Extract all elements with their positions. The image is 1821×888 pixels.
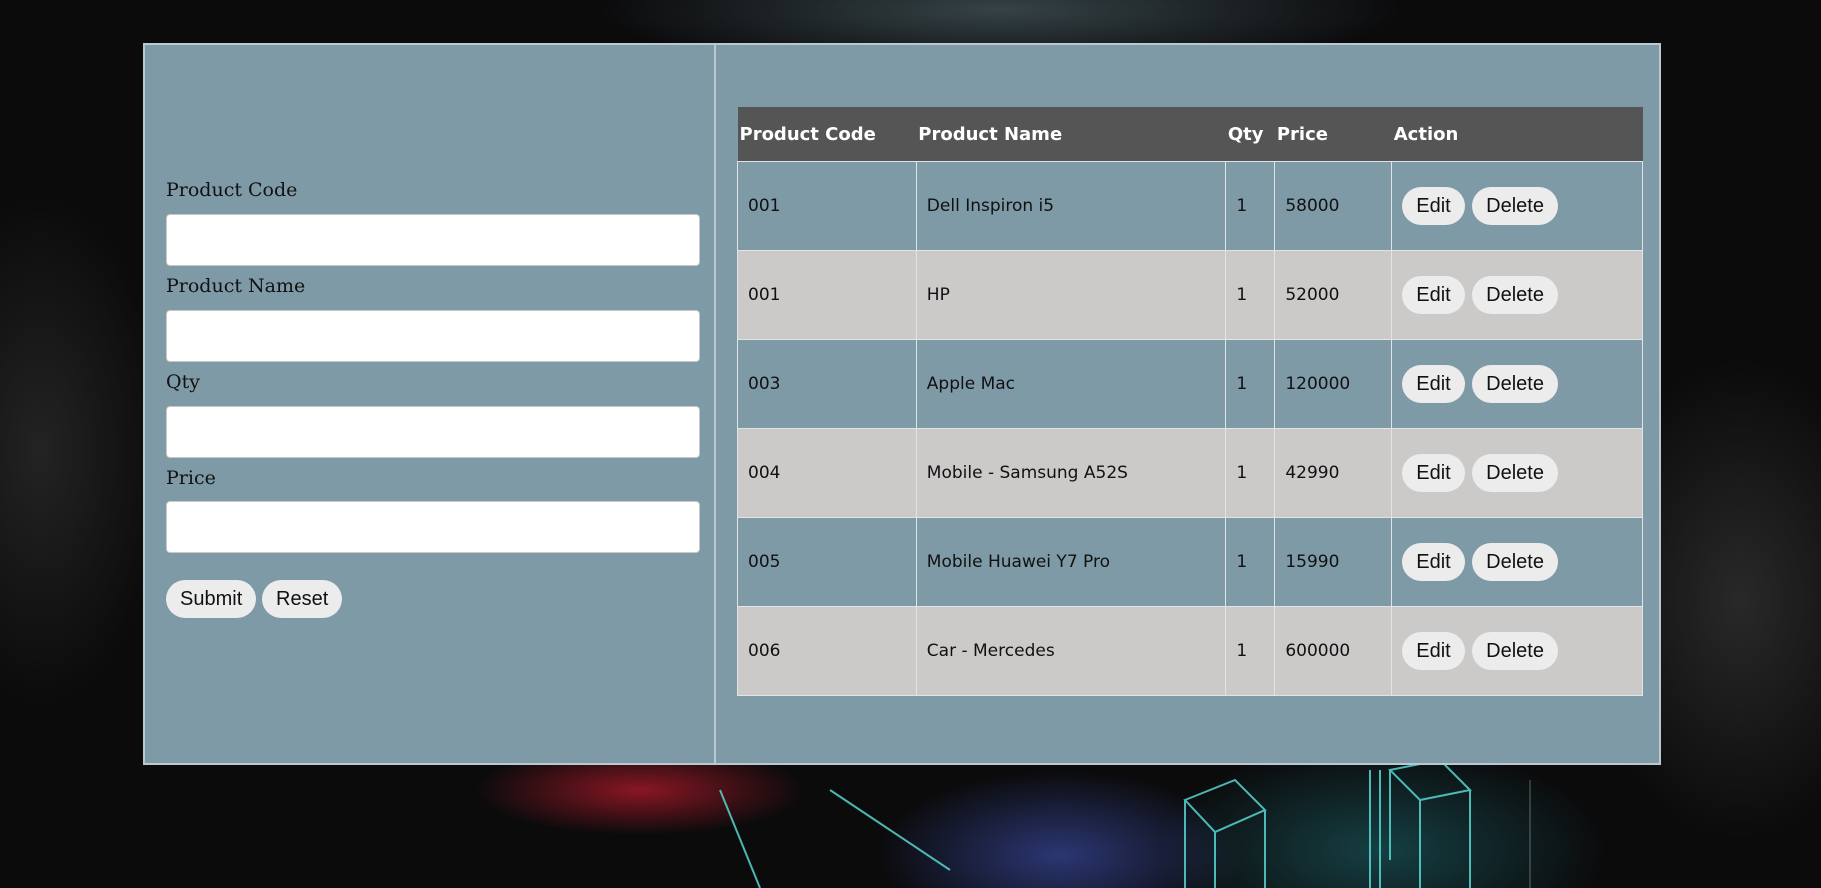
table-row: 004 Mobile - Samsung A52S 1 42990 Edit D… <box>737 428 1643 518</box>
cell-name: Mobile - Samsung A52S <box>915 428 1227 518</box>
product-table: Product Code Product Name Qty Price Acti… <box>737 107 1643 696</box>
cell-action: Edit Delete <box>1391 517 1643 607</box>
delete-button[interactable]: Delete <box>1472 543 1558 581</box>
cell-code: 001 <box>737 161 917 251</box>
cell-qty: 1 <box>1225 339 1276 429</box>
delete-button[interactable]: Delete <box>1472 365 1558 403</box>
product-table-panel: Product Code Product Name Qty Price Acti… <box>718 45 1659 763</box>
table-header-row: Product Code Product Name Qty Price Acti… <box>737 107 1643 162</box>
delete-button[interactable]: Delete <box>1472 276 1558 314</box>
cell-qty: 1 <box>1225 428 1276 518</box>
cell-action: Edit Delete <box>1391 161 1643 251</box>
cell-price: 42990 <box>1274 428 1393 518</box>
table-row: 001 Dell Inspiron i5 1 58000 Edit Delete <box>737 161 1643 251</box>
cell-name: Car - Mercedes <box>915 606 1227 696</box>
header-action: Action <box>1391 107 1643 162</box>
cell-code: 004 <box>737 428 917 518</box>
table-row: 006 Car - Mercedes 1 600000 Edit Delete <box>737 606 1643 696</box>
qty-input[interactable] <box>166 406 700 458</box>
header-product-name: Product Name <box>916 107 1226 162</box>
header-product-code: Product Code <box>737 107 917 162</box>
cell-action: Edit Delete <box>1391 250 1643 340</box>
main-container: Product Code Product Name Qty Price Subm… <box>143 43 1661 765</box>
cell-qty: 1 <box>1225 517 1276 607</box>
cell-name: Apple Mac <box>915 339 1227 429</box>
table-row: 003 Apple Mac 1 120000 Edit Delete <box>737 339 1643 429</box>
submit-button[interactable]: Submit <box>166 580 257 618</box>
edit-button[interactable]: Edit <box>1402 365 1465 403</box>
edit-button[interactable]: Edit <box>1402 543 1465 581</box>
cell-code: 001 <box>737 250 917 340</box>
cell-qty: 1 <box>1225 161 1276 251</box>
cell-code: 003 <box>737 339 917 429</box>
cell-action: Edit Delete <box>1391 339 1643 429</box>
table-row: 005 Mobile Huawei Y7 Pro 1 15990 Edit De… <box>737 517 1643 607</box>
delete-button[interactable]: Delete <box>1472 632 1558 670</box>
cell-name: Dell Inspiron i5 <box>915 161 1227 251</box>
cell-name: Mobile Huawei Y7 Pro <box>915 517 1227 607</box>
product-form: Product Code Product Name Qty Price Subm… <box>145 45 716 763</box>
product-name-label: Product Name <box>166 275 306 297</box>
cell-price: 120000 <box>1274 339 1393 429</box>
delete-button[interactable]: Delete <box>1472 454 1558 492</box>
cell-price: 52000 <box>1274 250 1393 340</box>
cell-code: 005 <box>737 517 917 607</box>
qty-label: Qty <box>166 371 200 393</box>
cell-price: 600000 <box>1274 606 1393 696</box>
table-row: 001 HP 1 52000 Edit Delete <box>737 250 1643 340</box>
delete-button[interactable]: Delete <box>1472 187 1558 225</box>
edit-button[interactable]: Edit <box>1402 187 1465 225</box>
reset-button[interactable]: Reset <box>262 580 343 618</box>
product-code-input[interactable] <box>166 214 700 266</box>
cell-qty: 1 <box>1225 250 1276 340</box>
cell-action: Edit Delete <box>1391 428 1643 518</box>
header-price: Price <box>1274 107 1392 162</box>
cell-code: 006 <box>737 606 917 696</box>
edit-button[interactable]: Edit <box>1402 632 1465 670</box>
price-label: Price <box>166 467 216 489</box>
cell-name: HP <box>915 250 1227 340</box>
edit-button[interactable]: Edit <box>1402 454 1465 492</box>
cell-action: Edit Delete <box>1391 606 1643 696</box>
cell-price: 15990 <box>1274 517 1393 607</box>
header-qty: Qty <box>1225 107 1275 162</box>
product-name-input[interactable] <box>166 310 700 362</box>
product-code-label: Product Code <box>166 179 298 201</box>
edit-button[interactable]: Edit <box>1402 276 1465 314</box>
cell-qty: 1 <box>1225 606 1276 696</box>
price-input[interactable] <box>166 501 700 553</box>
cell-price: 58000 <box>1274 161 1393 251</box>
